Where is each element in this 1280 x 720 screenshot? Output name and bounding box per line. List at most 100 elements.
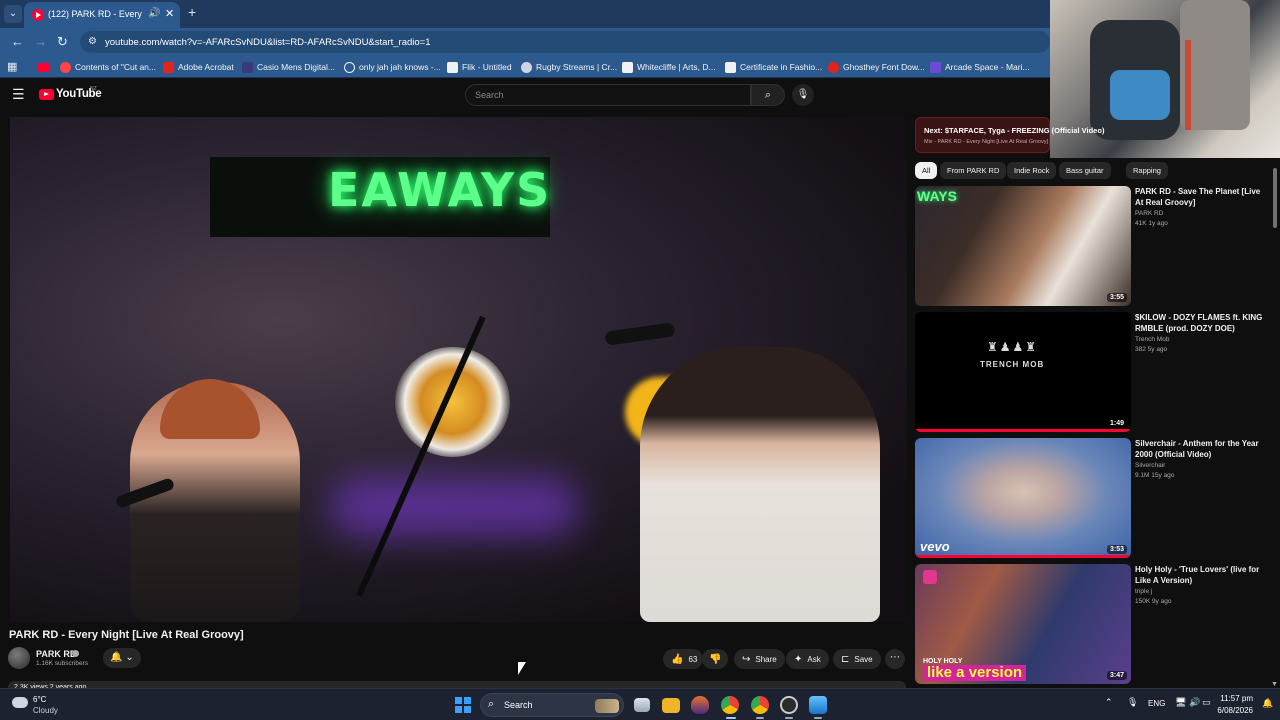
weather-temperature[interactable]: 6°C [33, 695, 46, 704]
new-tab-button[interactable]: + [188, 4, 196, 20]
battery-icon[interactable]: ▭ [1202, 697, 1211, 708]
thumbs-down-icon: 👎 [709, 653, 722, 665]
bookmark-label: only jah jah knows -... [359, 62, 441, 72]
recommendation-item[interactable]: ♜♟♟♜ TRENCH MOB 1:49 $KILOW - DOZY FLAME… [915, 312, 1270, 432]
back-arrow-icon[interactable]: ← [11, 34, 24, 49]
voice-search-button[interactable]: 🎙 [792, 84, 814, 106]
windows-start-icon[interactable] [455, 697, 471, 713]
search-input[interactable]: Search [465, 84, 751, 106]
browser-tab-active[interactable]: (122) PARK RD - Every Night [Live At Rea… [24, 2, 180, 28]
chevron-up-icon[interactable]: ⌃ [1105, 697, 1113, 708]
recommendation-title[interactable]: Holy Holy - 'True Lovers' (live for Like… [1135, 564, 1265, 586]
up-next-title: Next: $TARFACE, Tyga - FREEZING (Officia… [924, 126, 1105, 135]
casio-icon [242, 61, 253, 73]
reload-icon[interactable]: ↻ [57, 34, 68, 50]
youtube-masthead: ☰ YouTube NZ Search ⌕ 🎙 [0, 79, 1050, 113]
brave-browser-icon[interactable] [691, 696, 709, 714]
share-button[interactable]: ↪ Share [734, 649, 785, 669]
search-button[interactable]: ⌕ [751, 84, 785, 106]
bookmark-item[interactable]: Contents of "Cut an... [60, 60, 156, 74]
running-app-indicator [814, 717, 822, 719]
notification-bell-icon[interactable]: 🔔 [1262, 698, 1273, 709]
bookmark-label: Adobe Acrobat [178, 62, 234, 72]
recommendation-channel[interactable]: Silverchair [1135, 462, 1165, 469]
scroll-down-arrow-icon[interactable]: ▼ [1271, 681, 1278, 688]
youtube-logo-icon[interactable] [39, 89, 54, 100]
chrome-icon[interactable] [721, 696, 739, 714]
video-thumbnail[interactable]: vevo 3:53 [915, 438, 1131, 558]
tab-search-chevron-icon[interactable]: ⌄ [4, 5, 22, 23]
bookmark-item[interactable]: Whitecliffe | Arts, D... [622, 60, 716, 74]
url-text[interactable]: youtube.com/watch?v=-AFARcSvNDU&list=RD-… [105, 37, 431, 48]
video-thumbnail[interactable]: ♜♟♟♜ TRENCH MOB 1:49 [915, 312, 1131, 432]
flik-icon [447, 61, 458, 73]
thumbnail-text: like a version [923, 665, 1027, 681]
chrome-profile-icon[interactable] [751, 696, 769, 714]
weather-description[interactable]: Cloudy [33, 706, 58, 715]
clock-date[interactable]: 6/08/2026 [1212, 706, 1253, 715]
bookmark-youtube[interactable] [38, 60, 54, 74]
network-icon[interactable]: 🖥 [1175, 697, 1186, 708]
apps-grid-icon[interactable]: ▦ [7, 60, 17, 73]
chip-rapping[interactable]: Rapping [1126, 162, 1168, 179]
channel-avatar[interactable] [8, 647, 30, 669]
more-actions-icon[interactable]: ⋯ [885, 649, 905, 669]
video-thumbnail[interactable]: HOLY HOLY like a version 3:47 [915, 564, 1131, 684]
recommendation-channel[interactable]: triple j [1135, 588, 1152, 595]
close-tab-icon[interactable]: ✕ [165, 7, 174, 20]
bookmark-item[interactable]: Ghosthey Font Dow... [828, 60, 925, 74]
thumbs-up-icon: 👍 [671, 653, 684, 665]
ask-button[interactable]: ✦ Ask [786, 649, 829, 669]
bookmark-label: Certificate in Fashio... [740, 62, 823, 72]
scrollbar-thumb[interactable] [1273, 168, 1277, 228]
bookmark-item[interactable]: only jah jah knows -... [344, 60, 441, 74]
recommendation-title[interactable]: $KILOW - DOZY FLAMES ft. KING RMBLE (pro… [1135, 312, 1265, 334]
video-thumbnail[interactable]: WAYS 3:55 [915, 186, 1131, 306]
recommendation-item[interactable]: WAYS 3:55 PARK RD - Save The Planet [Liv… [915, 186, 1270, 306]
verified-icon [72, 650, 79, 657]
search-highlight-art [595, 699, 619, 713]
forward-arrow-icon[interactable]: → [34, 34, 47, 49]
taskbar-search[interactable]: ⌕ Search [480, 693, 624, 717]
photos-app-icon[interactable] [809, 696, 827, 714]
language-indicator[interactable]: ENG [1148, 699, 1165, 708]
bookmark-item[interactable]: Certificate in Fashio... [725, 60, 822, 74]
file-explorer-icon[interactable] [662, 698, 680, 713]
clock-time[interactable]: 11:57 pm [1217, 694, 1253, 703]
bookmark-item[interactable]: Rugby Streams | Cr... [521, 60, 617, 74]
cloud-icon[interactable] [12, 697, 28, 708]
recommendation-meta: 150K 9y ago [1135, 598, 1172, 605]
hamburger-menu-icon[interactable]: ☰ [12, 86, 25, 103]
up-next-panel[interactable]: Next: $TARFACE, Tyga - FREEZING (Officia… [915, 117, 1104, 153]
search-placeholder: Search [475, 90, 504, 100]
bookmark-item[interactable]: Adobe Acrobat [163, 60, 234, 74]
recommendation-channel[interactable]: PARK RD [1135, 210, 1163, 217]
subscription-bell-button[interactable]: 🔔 ⌄ [103, 648, 141, 668]
chip-all[interactable]: All [915, 162, 938, 179]
recommendation-channel[interactable]: Trench Mob [1135, 336, 1169, 343]
chip-indie-rock[interactable]: Indie Rock [1007, 162, 1057, 179]
recommendation-item[interactable]: HOLY HOLY like a version 3:47 Holy Holy … [915, 564, 1270, 684]
dislike-button[interactable]: 👎 [702, 649, 728, 669]
obs-studio-icon[interactable] [780, 696, 798, 714]
like-button[interactable]: 👍 63 [663, 649, 704, 669]
site-info-icon[interactable]: ⚙ [88, 36, 97, 47]
youtube-icon [38, 62, 50, 72]
task-view-icon[interactable] [634, 698, 650, 712]
bookmark-item[interactable]: Casio Mens Digital... [242, 60, 335, 74]
microphone-tray-icon[interactable]: 🎙 [1127, 697, 1138, 708]
address-bar[interactable]: ⚙ youtube.com/watch?v=-AFARcSvNDU&list=R… [80, 31, 1050, 53]
scrollbar[interactable]: ▼ [1271, 158, 1279, 688]
speaker-icon[interactable]: 🔊 [148, 8, 160, 19]
save-button[interactable]: ⊏ Save [833, 649, 881, 669]
bookmark-item[interactable]: Arcade Space - Mari... [930, 60, 1030, 74]
channel-name[interactable]: PARK RD [36, 649, 76, 659]
recommendation-title[interactable]: Silverchair - Anthem for the Year 2000 (… [1135, 438, 1265, 460]
recommendation-title[interactable]: PARK RD - Save The Planet [Live At Real … [1135, 186, 1265, 208]
recommendation-item[interactable]: vevo 3:53 Silverchair - Anthem for the Y… [915, 438, 1270, 558]
video-player[interactable]: EAWAYS [10, 117, 907, 622]
volume-icon[interactable]: 🔊 [1189, 697, 1200, 708]
bookmark-item[interactable]: Flik - Untitled [447, 60, 512, 74]
chip-bass-guitar[interactable]: Bass guitar [1059, 162, 1111, 179]
chip-from-park-rd[interactable]: From PARK RD [940, 162, 1007, 179]
